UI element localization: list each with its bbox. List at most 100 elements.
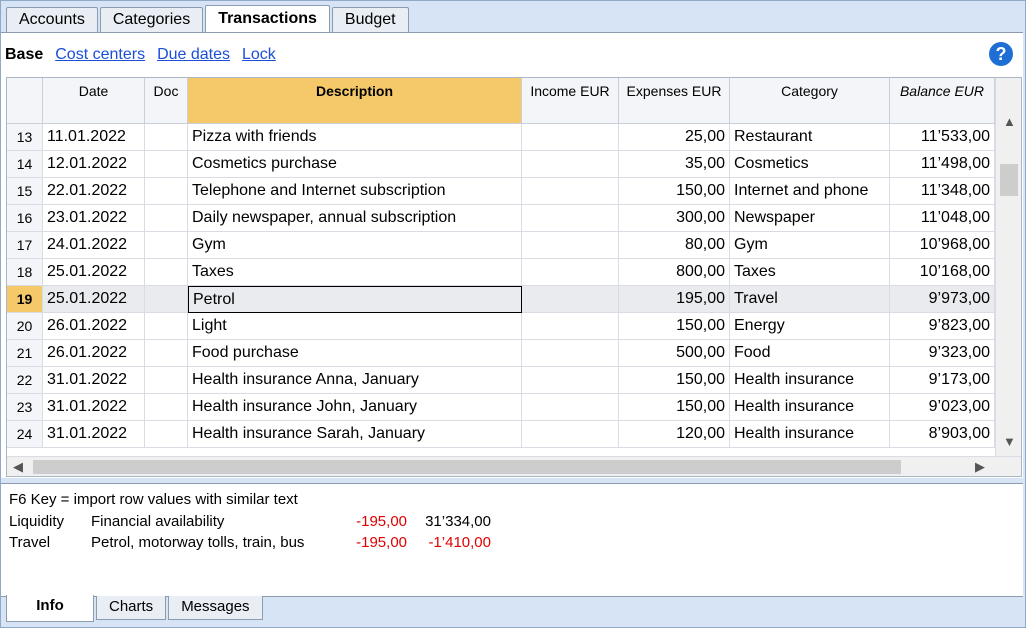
cell-balance[interactable]: 9’173,00 — [890, 367, 995, 394]
cell-date[interactable]: 31.01.2022 — [43, 367, 145, 394]
header-description[interactable]: Description — [188, 78, 522, 124]
cell-balance[interactable]: 10’168,00 — [890, 259, 995, 286]
cell-date[interactable]: 25.01.2022 — [43, 259, 145, 286]
cell-description[interactable]: Gym — [188, 232, 522, 259]
table-row[interactable]: 15 22.01.2022 Telephone and Internet subsc… — [7, 178, 995, 205]
cell-expenses[interactable]: 150,00 — [619, 367, 730, 394]
table-row[interactable]: 21 26.01.2022 Food purchase 500,00 Food 9’323… — [7, 340, 995, 367]
cell-expenses[interactable]: 800,00 — [619, 259, 730, 286]
table-row[interactable]: 17 24.01.2022 Gym 80,00 Gym 10’968,00 — [7, 232, 995, 259]
cell-date[interactable]: 24.01.2022 — [43, 232, 145, 259]
tab-messages[interactable]: Messages — [168, 596, 263, 620]
cell-doc[interactable] — [145, 259, 188, 286]
view-due-dates[interactable]: Due dates — [157, 46, 230, 64]
cell-expenses[interactable]: 25,00 — [619, 124, 730, 151]
cell-balance[interactable]: 9’823,00 — [890, 313, 995, 340]
cell-income[interactable] — [522, 178, 619, 205]
table-row[interactable]: 16 23.01.2022 Daily newspaper, annual subs… — [7, 205, 995, 232]
cell-date[interactable]: 12.01.2022 — [43, 151, 145, 178]
cell-doc[interactable] — [145, 367, 188, 394]
table-row[interactable]: 23 31.01.2022 Health insurance John, Janua… — [7, 394, 995, 421]
cell-date[interactable]: 31.01.2022 — [43, 421, 145, 448]
cell-description[interactable]: Health insurance Sarah, January — [188, 421, 522, 448]
table-row[interactable]: 13 11.01.2022 Pizza with friends 25,00 Resta… — [7, 124, 995, 151]
cell-description[interactable]: Telephone and Internet subscription — [188, 178, 522, 205]
cell-income[interactable] — [522, 124, 619, 151]
cell-balance[interactable]: 10’968,00 — [890, 232, 995, 259]
view-lock[interactable]: Lock — [242, 46, 276, 64]
cell-balance[interactable]: 11’048,00 — [890, 205, 995, 232]
cell-date[interactable]: 25.01.2022 — [43, 286, 145, 313]
cell-description[interactable]: Petrol — [188, 286, 522, 313]
cell-income[interactable] — [522, 259, 619, 286]
tab-info[interactable]: Info — [6, 595, 94, 622]
cell-doc[interactable] — [145, 394, 188, 421]
cell-balance[interactable]: 11’498,00 — [890, 151, 995, 178]
cell-income[interactable] — [522, 232, 619, 259]
cell-doc[interactable] — [145, 340, 188, 367]
view-cost-centers[interactable]: Cost centers — [55, 46, 145, 64]
cell-income[interactable] — [522, 394, 619, 421]
cell-description[interactable]: Health insurance John, January — [188, 394, 522, 421]
cell-income[interactable] — [522, 151, 619, 178]
cell-income[interactable] — [522, 367, 619, 394]
header-doc[interactable]: Doc — [145, 78, 188, 124]
view-base[interactable]: Base — [5, 46, 43, 64]
cell-date[interactable]: 11.01.2022 — [43, 124, 145, 151]
cell-category[interactable]: Newspaper — [730, 205, 890, 232]
cell-category[interactable]: Energy — [730, 313, 890, 340]
cell-category[interactable]: Health insurance — [730, 421, 890, 448]
cell-description[interactable]: Taxes — [188, 259, 522, 286]
table-row[interactable]: 14 12.01.2022 Cosmetics purchase 35,00 Cosme… — [7, 151, 995, 178]
cell-expenses[interactable]: 150,00 — [619, 178, 730, 205]
cell-expenses[interactable]: 195,00 — [619, 286, 730, 313]
table-row[interactable]: 20 26.01.2022 Light 150,00 Energy 9’823,00 — [7, 313, 995, 340]
cell-income[interactable] — [522, 205, 619, 232]
cell-balance[interactable]: 11’348,00 — [890, 178, 995, 205]
cell-doc[interactable] — [145, 178, 188, 205]
cell-expenses[interactable]: 120,00 — [619, 421, 730, 448]
cell-category[interactable]: Internet and phone — [730, 178, 890, 205]
header-category[interactable]: Category — [730, 78, 890, 124]
cell-doc[interactable] — [145, 124, 188, 151]
scroll-left-icon[interactable]: ◀ — [13, 459, 23, 475]
cell-expenses[interactable]: 300,00 — [619, 205, 730, 232]
horizontal-scroll-thumb[interactable] — [33, 460, 901, 474]
cell-balance[interactable]: 9’973,00 — [890, 286, 995, 313]
scroll-down-icon[interactable]: ▼ — [1003, 434, 1016, 449]
cell-description[interactable]: Cosmetics purchase — [188, 151, 522, 178]
tab-accounts[interactable]: Accounts — [6, 7, 98, 32]
cell-balance[interactable]: 11’533,00 — [890, 124, 995, 151]
cell-expenses[interactable]: 80,00 — [619, 232, 730, 259]
cell-date[interactable]: 26.01.2022 — [43, 313, 145, 340]
cell-category[interactable]: Taxes — [730, 259, 890, 286]
cell-income[interactable] — [522, 313, 619, 340]
cell-description[interactable]: Health insurance Anna, January — [188, 367, 522, 394]
tab-transactions[interactable]: Transactions — [205, 5, 330, 32]
cell-expenses[interactable]: 150,00 — [619, 394, 730, 421]
cell-income[interactable] — [522, 286, 619, 313]
header-expenses[interactable]: Expenses EUR — [619, 78, 730, 124]
vertical-scroll-thumb[interactable] — [1000, 164, 1018, 196]
cell-description[interactable]: Daily newspaper, annual subscription — [188, 205, 522, 232]
header-date[interactable]: Date — [43, 78, 145, 124]
vertical-scrollbar[interactable]: ▲ ▼ — [995, 78, 1021, 456]
tab-charts[interactable]: Charts — [96, 596, 167, 620]
cell-date[interactable]: 26.01.2022 — [43, 340, 145, 367]
cell-doc[interactable] — [145, 151, 188, 178]
table-row[interactable]: 19 25.01.2022 Petrol 195,00 Travel 9’973,00 — [7, 286, 995, 313]
cell-date[interactable]: 23.01.2022 — [43, 205, 145, 232]
cell-date[interactable]: 31.01.2022 — [43, 394, 145, 421]
scroll-right-icon[interactable]: ▶ — [975, 459, 985, 475]
cell-expenses[interactable]: 150,00 — [619, 313, 730, 340]
help-icon[interactable]: ? — [989, 42, 1013, 66]
tab-budget[interactable]: Budget — [331, 7, 409, 32]
cell-category[interactable]: Travel — [730, 286, 890, 313]
cell-category[interactable]: Restaurant — [730, 124, 890, 151]
header-income[interactable]: Income EUR — [522, 78, 619, 124]
cell-balance[interactable]: 9’323,00 — [890, 340, 995, 367]
header-balance[interactable]: Balance EUR — [890, 78, 995, 124]
cell-category[interactable]: Health insurance — [730, 394, 890, 421]
cell-description[interactable]: Light — [188, 313, 522, 340]
cell-doc[interactable] — [145, 421, 188, 448]
